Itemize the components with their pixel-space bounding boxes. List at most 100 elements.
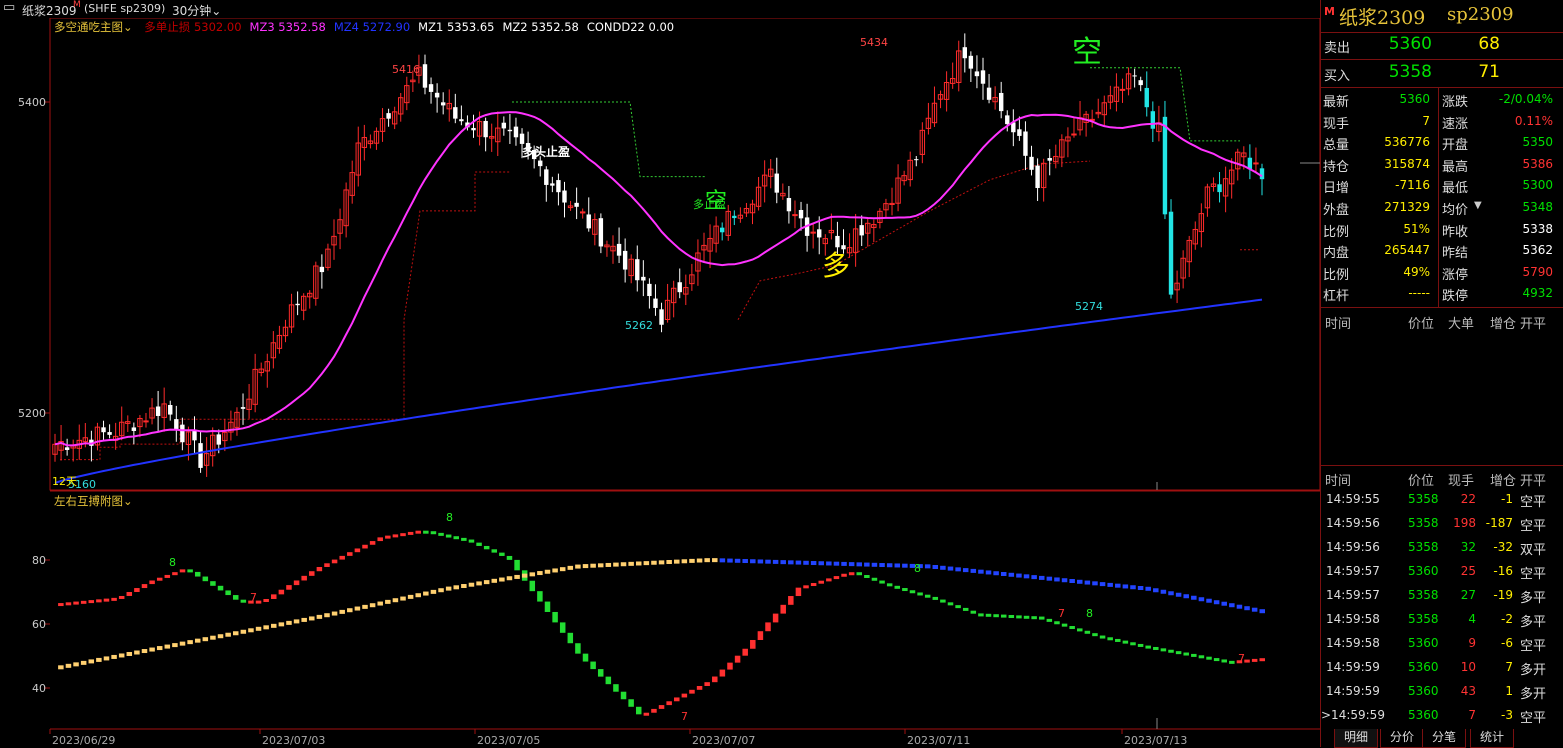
fast-line-step — [704, 682, 710, 686]
stat-label: 外盘 — [1323, 203, 1350, 218]
price-chart[interactable]: 5400 5200 80 60 40 2023/06/29 2023/07/03 2023/0… — [0, 0, 1320, 747]
fast-line-step — [894, 585, 901, 589]
stat-label: 跌停 — [1442, 289, 1469, 305]
fast-line-step — [339, 555, 345, 560]
fast-line-step — [1244, 659, 1250, 663]
fast-line-step — [559, 622, 566, 633]
fast-line-step — [324, 563, 330, 567]
fast-line-step — [1000, 614, 1007, 618]
fast-line-step — [293, 580, 300, 586]
chevron-down-icon[interactable]: ⌄ — [123, 20, 133, 34]
slow-line-step — [582, 564, 589, 569]
fast-line-step — [681, 693, 688, 698]
trade-row[interactable]: 14:59:58 5358 4 -2 多平 — [1320, 607, 1563, 631]
param-2: MZ4 5272.90 — [333, 20, 411, 34]
trade-row[interactable]: 14:59:57 5360 25 -16 空平 — [1320, 559, 1563, 583]
indicator-marker: 7 — [1058, 607, 1065, 620]
slow-line-step — [894, 563, 901, 568]
indicator-marker: 7 — [681, 710, 688, 723]
candle — [1228, 158, 1235, 199]
slow-line-step — [780, 560, 786, 565]
trade-row[interactable]: 14:59:58 5360 9 -6 空平 — [1320, 631, 1563, 655]
trade-row[interactable]: >14:59:59 5360 7 -3 空平 — [1320, 703, 1563, 727]
stat-label: 涨停 — [1442, 267, 1469, 283]
candle — [998, 81, 1004, 119]
slow-line-step — [453, 585, 459, 590]
candle — [604, 240, 610, 257]
slow-line-step — [58, 665, 64, 670]
fast-line-step — [666, 701, 672, 706]
indicator-marker: 8 — [1086, 607, 1093, 620]
candle — [337, 208, 343, 250]
trade-row[interactable]: 14:59:55 5358 22 -1 空平 — [1320, 487, 1563, 511]
fast-line-step — [552, 611, 558, 623]
tab-2[interactable]: 分笔 — [1422, 729, 1466, 748]
candle — [992, 86, 998, 110]
slow-line-step — [1168, 591, 1174, 596]
slow-line-step — [696, 558, 703, 563]
trade-row[interactable]: 14:59:59 5360 43 1 多开 — [1320, 679, 1563, 703]
fast-line-step — [818, 580, 824, 584]
fast-line-step — [278, 589, 285, 595]
slow-line-step — [1236, 604, 1243, 609]
trade-row[interactable]: 14:59:59 5360 10 7 多开 — [1320, 655, 1563, 679]
param-5: CONDD22 0.00 — [586, 20, 675, 34]
fast-line-step — [750, 639, 756, 649]
stat-value: 0.11% — [1514, 113, 1553, 128]
slow-line-step — [674, 559, 680, 564]
main-indicator-name[interactable]: 多空通吃主图 — [54, 20, 123, 34]
candle — [1174, 270, 1180, 304]
stat-label: 持仓 — [1323, 159, 1350, 175]
trade-price: 5360 — [1408, 564, 1439, 578]
slow-line-step — [126, 651, 133, 656]
slow-line-step — [537, 571, 543, 576]
tab-3[interactable]: 统计 — [1470, 729, 1514, 748]
tab-0[interactable]: 明细 — [1334, 729, 1378, 748]
candle — [161, 387, 167, 432]
fast-line-step — [506, 555, 513, 560]
candle — [203, 437, 210, 477]
slow-line-step — [1054, 577, 1060, 582]
window-menu-icon[interactable]: ▭ — [3, 0, 15, 15]
fast-line-step — [841, 573, 847, 577]
candle — [562, 181, 567, 218]
fast-line-step — [96, 599, 102, 603]
fast-line-step — [993, 614, 999, 618]
market-code: (SHFE sp2309) — [84, 2, 166, 15]
trade-time: 14:59:56 — [1326, 516, 1380, 530]
candle — [749, 199, 756, 225]
slow-line-step — [529, 572, 536, 577]
candle — [538, 156, 543, 177]
sub-indicator-name[interactable]: 左右互搏附图 — [54, 494, 123, 508]
fast-line-step — [1092, 633, 1098, 637]
slow-line-step — [1183, 594, 1189, 599]
slow-line-step — [187, 640, 193, 645]
instrument-title[interactable]: 纸浆2309 — [22, 2, 77, 19]
candle — [719, 222, 725, 241]
candle — [1119, 78, 1126, 103]
trade-row[interactable]: 14:59:56 5358 32 -32 双平 — [1320, 535, 1563, 559]
candle — [1132, 68, 1137, 88]
fast-line-step — [924, 594, 931, 598]
trade-oi-change: 7 — [1505, 660, 1513, 674]
main-indicator-header: 多空通吃主图⌄ 多单止损 5302.00 MZ3 5352.58 MZ4 5272.… — [54, 19, 674, 35]
tab-1[interactable]: 分价 — [1380, 729, 1424, 748]
fast-line-step — [1115, 638, 1121, 642]
slow-line-step — [1122, 584, 1129, 589]
trade-row[interactable]: 14:59:57 5358 27 -19 多平 — [1320, 583, 1563, 607]
fast-line-step — [962, 607, 969, 611]
slow-line-step — [962, 568, 969, 573]
trade-row[interactable]: 14:59:56 5358 198 -187 空平 — [1320, 511, 1563, 535]
slow-line-step — [423, 591, 429, 596]
market-flag: M — [1324, 5, 1335, 18]
chevron-down-icon[interactable]: ⌄ — [123, 494, 133, 508]
fast-line-step — [1198, 655, 1205, 659]
slow-line-step — [757, 559, 764, 564]
fast-line-step — [1206, 656, 1212, 660]
trade-qty: 198 — [1453, 516, 1476, 530]
slow-line-step — [309, 616, 315, 621]
candle — [670, 280, 677, 318]
period-selector[interactable]: 30分钟⌄ — [172, 2, 221, 19]
candle — [895, 164, 901, 212]
candle — [489, 123, 495, 152]
